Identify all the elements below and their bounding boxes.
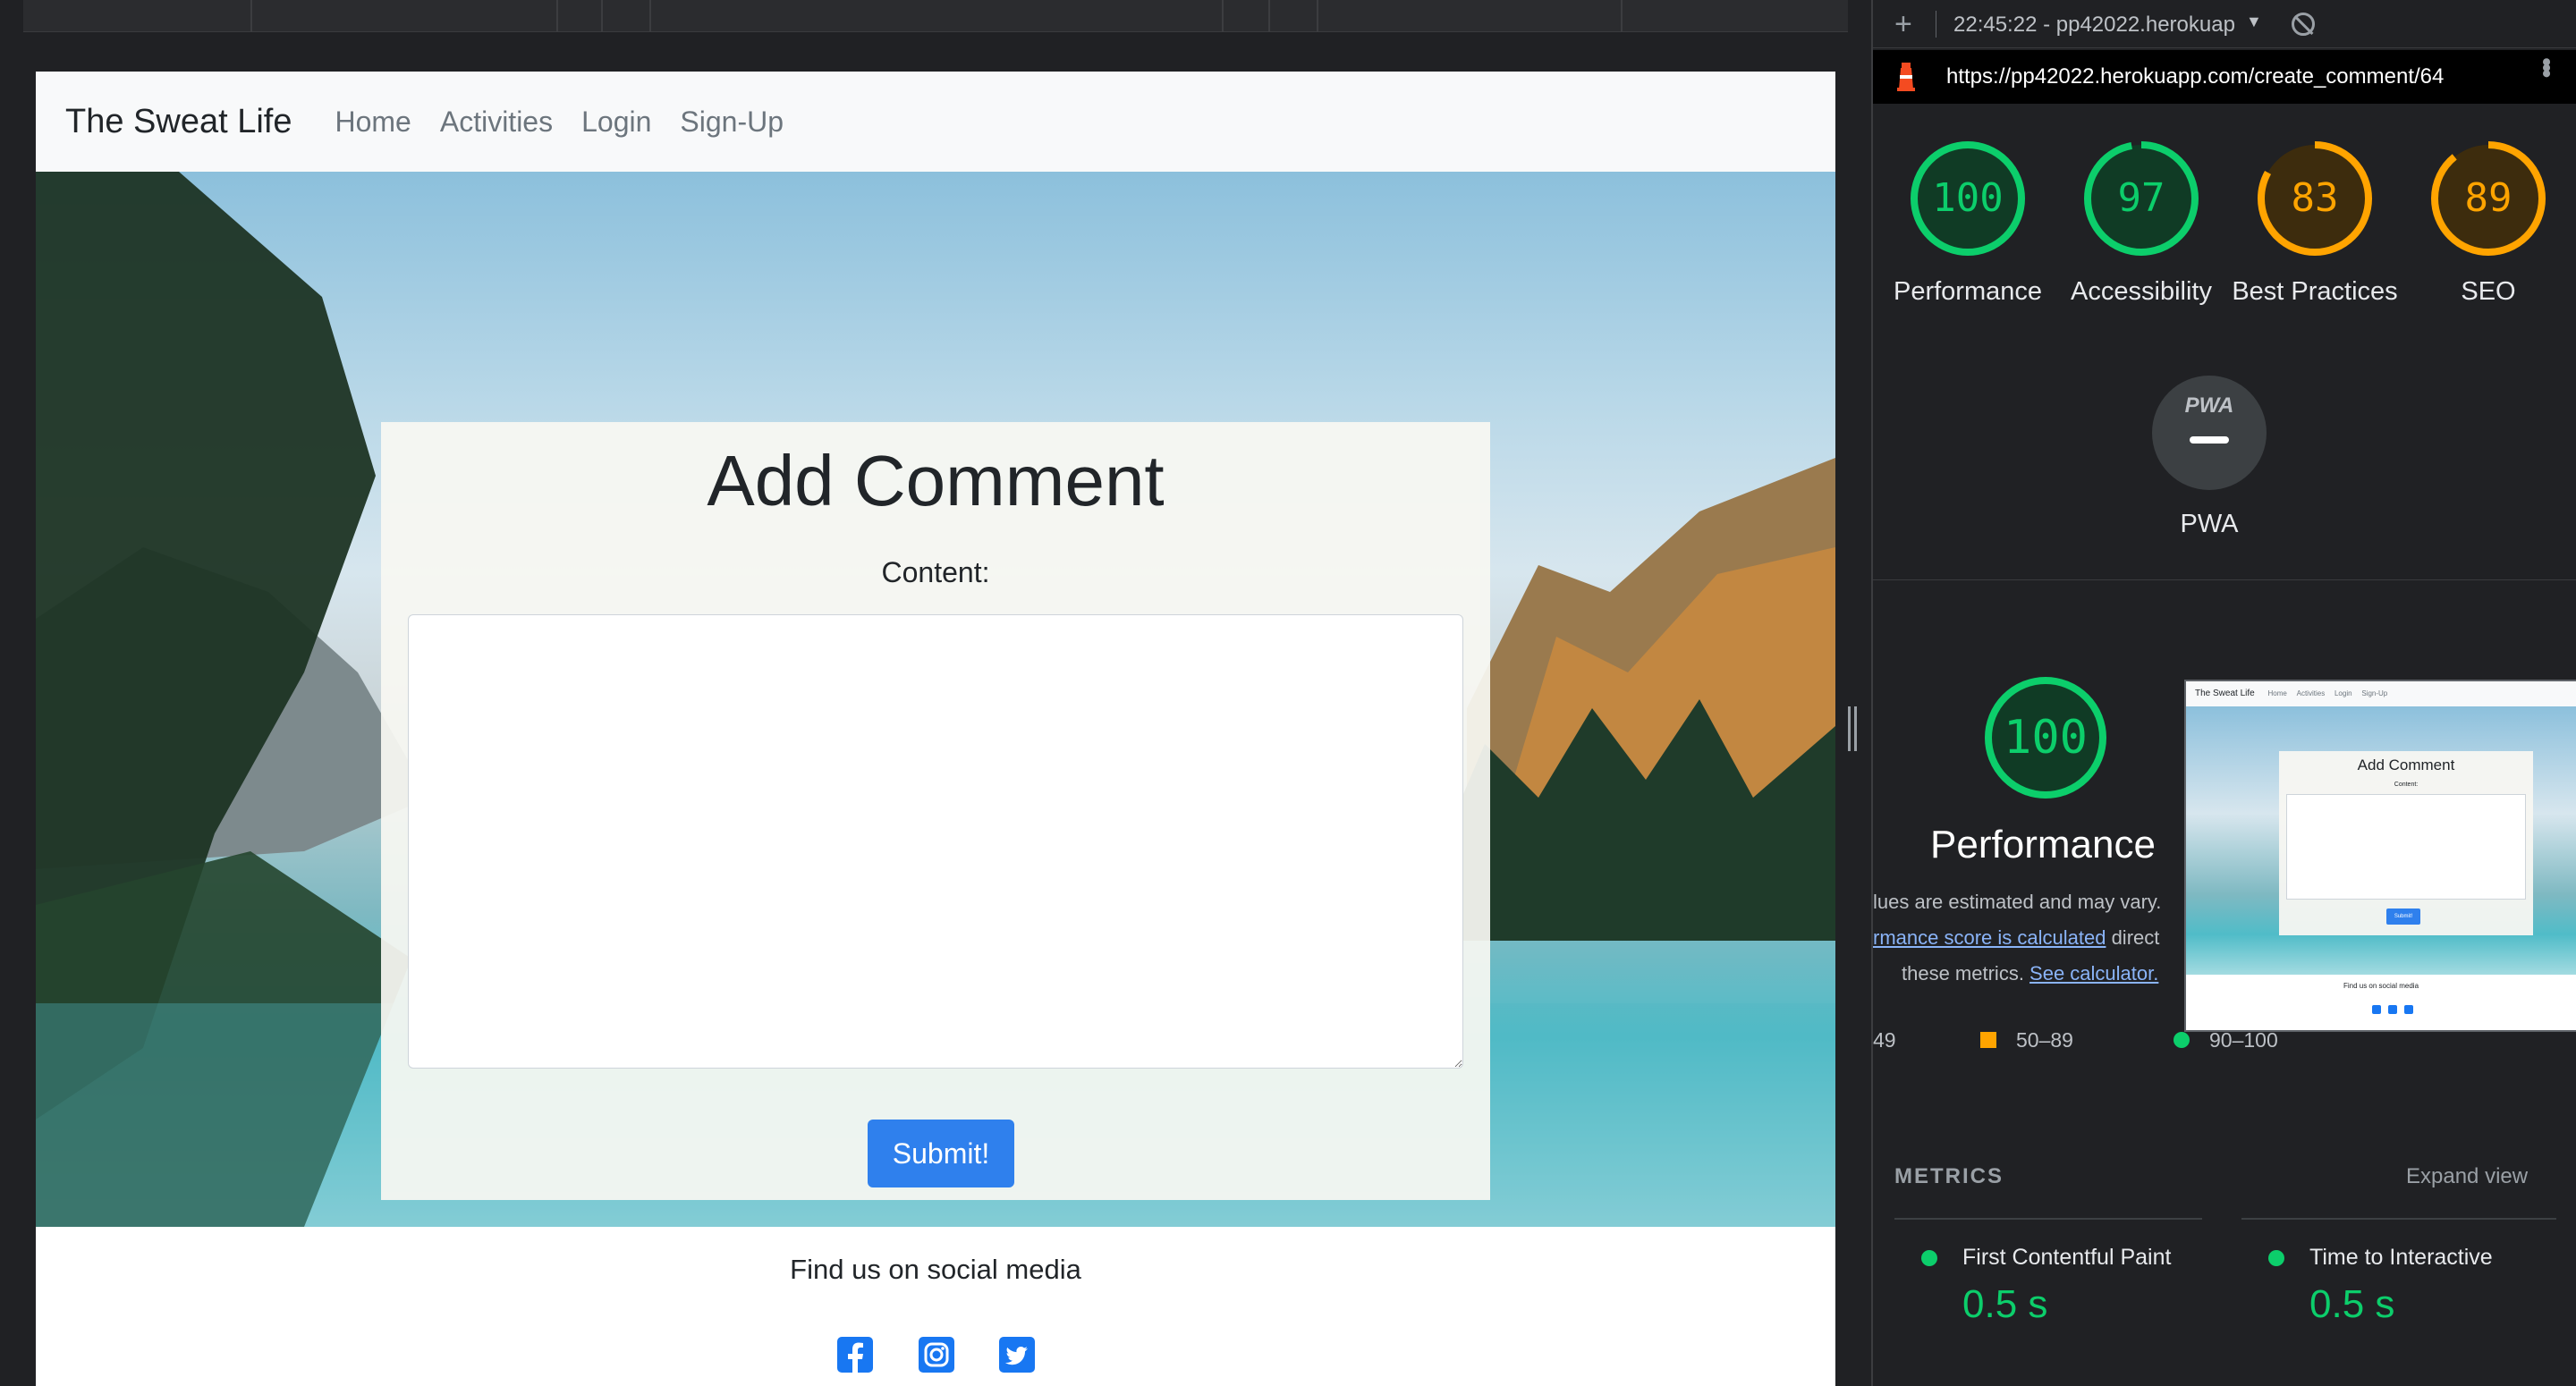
metrics-rule-right bbox=[2241, 1218, 2556, 1220]
hero-background: Add Comment Content: Submit! bbox=[36, 172, 1835, 1227]
nav-signup[interactable]: Sign-Up bbox=[680, 106, 784, 139]
accessibility-label: Accessibility bbox=[2071, 277, 2212, 306]
tti-label: Time to Interactive bbox=[2309, 1245, 2493, 1270]
estimate-note-line1: lues are estimated and may vary. bbox=[1873, 891, 2162, 913]
footer: Find us on social media bbox=[36, 1227, 1835, 1386]
thumbnail-brand: The Sweat Life bbox=[2195, 689, 2255, 698]
score-calculated-link[interactable]: rmance score is calculated bbox=[1873, 926, 2106, 949]
content-textarea[interactable] bbox=[408, 614, 1463, 1069]
clear-icon[interactable] bbox=[2292, 13, 2315, 36]
navbar: The Sweat Life Home Activities Login Sig… bbox=[36, 72, 1835, 172]
thumbnail-textarea bbox=[2286, 794, 2526, 900]
pwa-badge[interactable]: PWA bbox=[2152, 376, 2267, 490]
content-label: Content: bbox=[881, 556, 990, 588]
performance-score: 100 bbox=[1932, 175, 2004, 221]
page-viewport: The Sweat Life Home Activities Login Sig… bbox=[36, 72, 1835, 1386]
legend-average-label: 50–89 bbox=[2016, 1028, 2073, 1052]
best-practices-gauge[interactable]: 83 bbox=[2256, 139, 2374, 258]
best-practices-label: Best Practices bbox=[2232, 277, 2398, 306]
panel-divider bbox=[1873, 579, 2576, 580]
submit-button[interactable]: Submit! bbox=[868, 1120, 1014, 1187]
new-report-icon[interactable]: + bbox=[1894, 7, 1912, 42]
average-square-icon bbox=[1980, 1032, 1996, 1048]
metrics-heading: METRICS bbox=[1894, 1164, 2004, 1188]
pwa-badge-text: PWA bbox=[2184, 393, 2234, 418]
report-url-bar: https://pp42022.herokuapp.com/create_com… bbox=[1873, 50, 2576, 104]
fcp-value: 0.5 s bbox=[1962, 1282, 2048, 1326]
thumbnail-instagram-icon bbox=[2388, 1005, 2397, 1014]
tti-pass-icon bbox=[2268, 1250, 2284, 1266]
nav-activities[interactable]: Activities bbox=[440, 106, 553, 139]
thumbnail-twitter-icon bbox=[2404, 1005, 2413, 1014]
estimate-note-line2-rest: direct bbox=[2106, 926, 2160, 949]
tti-value: 0.5 s bbox=[2309, 1282, 2395, 1326]
thumbnail-title: Add Comment bbox=[2357, 756, 2455, 773]
thumbnail-footer-text: Find us on social media bbox=[2343, 982, 2419, 990]
performance-gauge[interactable]: 100 bbox=[1909, 139, 2027, 258]
nav-login[interactable]: Login bbox=[581, 106, 651, 139]
footer-text: Find us on social media bbox=[790, 1254, 1081, 1285]
pwa-dash-icon bbox=[2190, 436, 2229, 444]
report-url: https://pp42022.herokuapp.com/create_com… bbox=[1946, 64, 2445, 89]
fcp-label: First Contentful Paint bbox=[1962, 1245, 2172, 1270]
panel-resize-handle[interactable] bbox=[1848, 706, 1857, 751]
brand-link[interactable]: The Sweat Life bbox=[65, 103, 292, 141]
estimate-note-line3-text: these metrics. bbox=[1902, 962, 2030, 985]
fcp-pass-icon bbox=[1921, 1250, 1937, 1266]
lighthouse-toolbar: + 22:45:22 - pp42022.herokuap ▼ bbox=[1873, 0, 2576, 48]
lighthouse-icon bbox=[1897, 63, 1915, 91]
thumbnail-facebook-icon bbox=[2372, 1005, 2381, 1014]
accessibility-score: 97 bbox=[2117, 175, 2165, 221]
estimate-note-line2: rmance score is calculated direct bbox=[1873, 926, 2159, 950]
instagram-icon[interactable] bbox=[918, 1336, 955, 1373]
device-toolbar bbox=[23, 0, 1848, 32]
thumbnail-nav-signup: Sign-Up bbox=[2361, 689, 2388, 697]
performance-heading: Performance bbox=[1930, 823, 2156, 866]
accessibility-gauge[interactable]: 97 bbox=[2082, 139, 2200, 258]
more-options-icon[interactable]: ••• bbox=[2530, 57, 2561, 75]
twitter-icon[interactable] bbox=[998, 1336, 1036, 1373]
performance-label: Performance bbox=[1893, 277, 2042, 306]
seo-label: SEO bbox=[2461, 277, 2516, 306]
seo-gauge[interactable]: 89 bbox=[2429, 139, 2547, 258]
thumbnail-nav-login: Login bbox=[2334, 689, 2352, 697]
performance-detail-score: 100 bbox=[2004, 711, 2088, 765]
expand-view-button[interactable]: Expand view bbox=[2406, 1164, 2528, 1189]
legend-pass-label: 90–100 bbox=[2209, 1028, 2278, 1052]
chevron-down-icon[interactable]: ▼ bbox=[2246, 13, 2262, 31]
facebook-icon[interactable] bbox=[836, 1336, 874, 1373]
thumbnail-navbar: The Sweat Life Home Activities Login Sig… bbox=[2186, 681, 2576, 706]
devtools-toolbar-strip bbox=[0, 0, 1869, 73]
thumbnail-nav-home: Home bbox=[2267, 689, 2287, 697]
see-calculator-link[interactable]: See calculator. bbox=[2029, 962, 2158, 985]
lighthouse-panel: + 22:45:22 - pp42022.herokuap ▼ https://… bbox=[1871, 0, 2576, 1386]
legend-fail: 49 bbox=[1873, 1028, 1896, 1052]
performance-detail-gauge: 100 bbox=[1984, 676, 2107, 799]
best-practices-score: 83 bbox=[2291, 175, 2339, 221]
pass-circle-icon bbox=[2174, 1032, 2190, 1048]
thumbnail-label: Content: bbox=[2394, 782, 2419, 788]
thumbnail-submit: Submit! bbox=[2386, 909, 2420, 925]
seo-score: 89 bbox=[2464, 175, 2512, 221]
estimate-note-line3: these metrics. See calculator. bbox=[1902, 962, 2158, 985]
thumbnail-card: Add Comment Content: Submit! bbox=[2279, 751, 2533, 935]
metrics-rule-left bbox=[1894, 1218, 2202, 1220]
nav-home[interactable]: Home bbox=[335, 106, 411, 139]
thumbnail-nav-activities: Activities bbox=[2296, 689, 2326, 697]
form-title: Add Comment bbox=[707, 441, 1165, 520]
page-screenshot-thumbnail[interactable]: The Sweat Life Home Activities Login Sig… bbox=[2184, 680, 2576, 1032]
add-comment-card: Add Comment Content: Submit! bbox=[381, 422, 1490, 1200]
report-selector[interactable]: 22:45:22 - pp42022.herokuap bbox=[1953, 13, 2235, 38]
pwa-label: PWA bbox=[2180, 510, 2239, 538]
